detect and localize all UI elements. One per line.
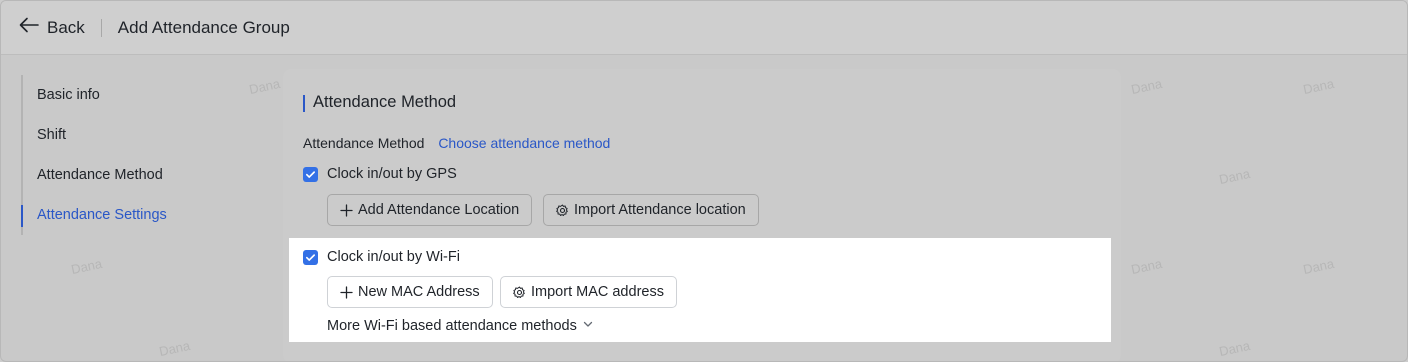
arrow-left-icon	[19, 17, 47, 38]
sidebar-item-shift[interactable]: Shift	[23, 115, 167, 155]
sidebar-nav: Basic info Shift Attendance Method Atten…	[21, 75, 167, 235]
watermark: Dana	[157, 337, 192, 360]
header-divider	[100, 18, 102, 37]
add-location-label: Add Attendance Location	[358, 202, 520, 218]
wifi-section: Clock in/out by Wi-Fi New MAC Address Im…	[289, 238, 1111, 342]
gear-icon	[513, 286, 526, 299]
gps-checkbox-label: Clock in/out by GPS	[327, 166, 457, 182]
gps-option: Clock in/out by GPS	[303, 166, 457, 182]
page-title: Add Attendance Group	[117, 17, 290, 37]
import-location-label: Import Attendance location	[574, 202, 746, 218]
new-mac-address-button[interactable]: New MAC Address	[327, 276, 493, 308]
checkmark-icon	[306, 170, 315, 178]
plus-icon	[340, 203, 353, 217]
method-row: Attendance Method Choose attendance meth…	[303, 135, 610, 151]
section-title: Attendance Method	[303, 93, 456, 112]
import-mac-label: Import MAC address	[531, 284, 664, 300]
plus-icon	[340, 285, 353, 299]
watermark: Dana	[247, 75, 282, 98]
wifi-checkbox-label: Clock in/out by Wi-Fi	[327, 249, 460, 265]
more-wifi-methods-label: More Wi-Fi based attendance methods	[327, 318, 577, 334]
back-button[interactable]: Back	[19, 17, 85, 38]
chevron-down-icon	[577, 318, 594, 334]
watermark: Dana	[1217, 337, 1252, 360]
add-attendance-location-button[interactable]: Add Attendance Location	[327, 194, 533, 226]
gps-checkbox[interactable]	[303, 166, 318, 182]
back-label: Back	[47, 17, 85, 37]
new-mac-label: New MAC Address	[358, 284, 480, 300]
wifi-checkbox[interactable]	[303, 249, 318, 265]
checkmark-icon	[306, 253, 315, 261]
top-header: Back Add Attendance Group	[1, 1, 1407, 55]
watermark: Dana	[1129, 75, 1164, 98]
sidebar-item-basic-info[interactable]: Basic info	[23, 75, 167, 115]
wifi-option: Clock in/out by Wi-Fi	[303, 249, 460, 265]
import-attendance-location-button[interactable]: Import Attendance location	[543, 194, 759, 226]
sidebar-item-attendance-method[interactable]: Attendance Method	[23, 155, 167, 195]
choose-method-link[interactable]: Choose attendance method	[438, 135, 610, 151]
watermark: Dana	[1301, 255, 1336, 278]
watermark: Dana	[69, 255, 104, 278]
gear-icon	[556, 204, 569, 217]
import-mac-address-button[interactable]: Import MAC address	[500, 276, 677, 308]
more-wifi-methods-toggle[interactable]: More Wi-Fi based attendance methods	[327, 318, 594, 334]
watermark: Dana	[1217, 165, 1252, 188]
app-window: Dana Dana Dana Dana Dana Dana Dana Dana …	[0, 0, 1408, 362]
watermark: Dana	[1301, 75, 1336, 98]
sidebar-item-attendance-settings[interactable]: Attendance Settings	[21, 195, 167, 235]
method-label: Attendance Method	[303, 135, 425, 151]
watermark: Dana	[1129, 255, 1164, 278]
